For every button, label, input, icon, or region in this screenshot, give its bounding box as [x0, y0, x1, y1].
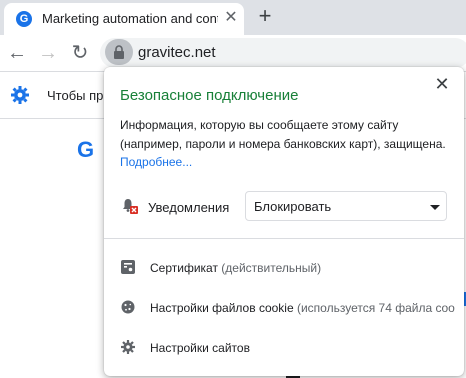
site-info-popup: ✕ Безопасное подключение Информация, кот… [104, 67, 464, 376]
info-bar-text: Чтобы пр [47, 88, 104, 103]
toolbar: ← → ↻ [0, 35, 466, 71]
certificate-status: (действительный) [221, 261, 322, 275]
popup-description: Информация, которую вы сообщаете этому с… [120, 118, 446, 151]
forward-button[interactable]: → [36, 41, 60, 65]
gravitec-favicon-icon: G [16, 11, 32, 27]
cookies-row[interactable]: Настройки файлов cookie (используется 74… [104, 288, 464, 328]
certificate-icon [121, 260, 135, 274]
tab-close-icon[interactable]: ✕ [222, 9, 240, 27]
cookie-icon [121, 300, 135, 314]
notifications-blocked-icon [123, 199, 138, 214]
popup-title: Безопасное подключение [120, 87, 299, 104]
dropdown-arrow-icon [430, 205, 440, 210]
back-button[interactable]: ← [5, 41, 29, 65]
url-text[interactable]: gravitec.net [138, 44, 216, 61]
notifications-label: Уведомления [148, 200, 230, 215]
browser-window: G Marketing automation and conte ✕ + ← →… [0, 0, 466, 378]
certificate-label: Сертификат (действительный) [150, 261, 322, 275]
new-tab-button[interactable]: + [254, 5, 276, 27]
cookies-status: (используется 74 файла coo [296, 301, 455, 315]
gear-icon [11, 86, 29, 104]
lock-icon [114, 45, 124, 59]
reload-button[interactable]: ↻ [68, 41, 92, 65]
divider [104, 238, 464, 239]
notifications-select[interactable]: Блокировать [245, 191, 447, 221]
certificate-row[interactable]: Сертификат (действительный) [104, 248, 464, 288]
site-settings-row[interactable]: Настройки сайтов [104, 328, 464, 368]
gear-icon [121, 340, 135, 354]
site-settings-label: Настройки сайтов [150, 341, 250, 355]
site-logo: G [77, 137, 95, 162]
site-info-button[interactable] [105, 39, 133, 65]
cookies-label: Настройки файлов cookie (используется 74… [150, 301, 455, 315]
notifications-select-value: Блокировать [254, 199, 332, 214]
more-link[interactable]: Подробнее... [120, 155, 192, 169]
tab-active[interactable]: G Marketing automation and conte ✕ [4, 3, 244, 35]
tab-title: Marketing automation and conte [42, 11, 218, 26]
tab-strip: G Marketing automation and conte ✕ + [0, 0, 466, 35]
close-icon[interactable]: ✕ [433, 75, 451, 93]
